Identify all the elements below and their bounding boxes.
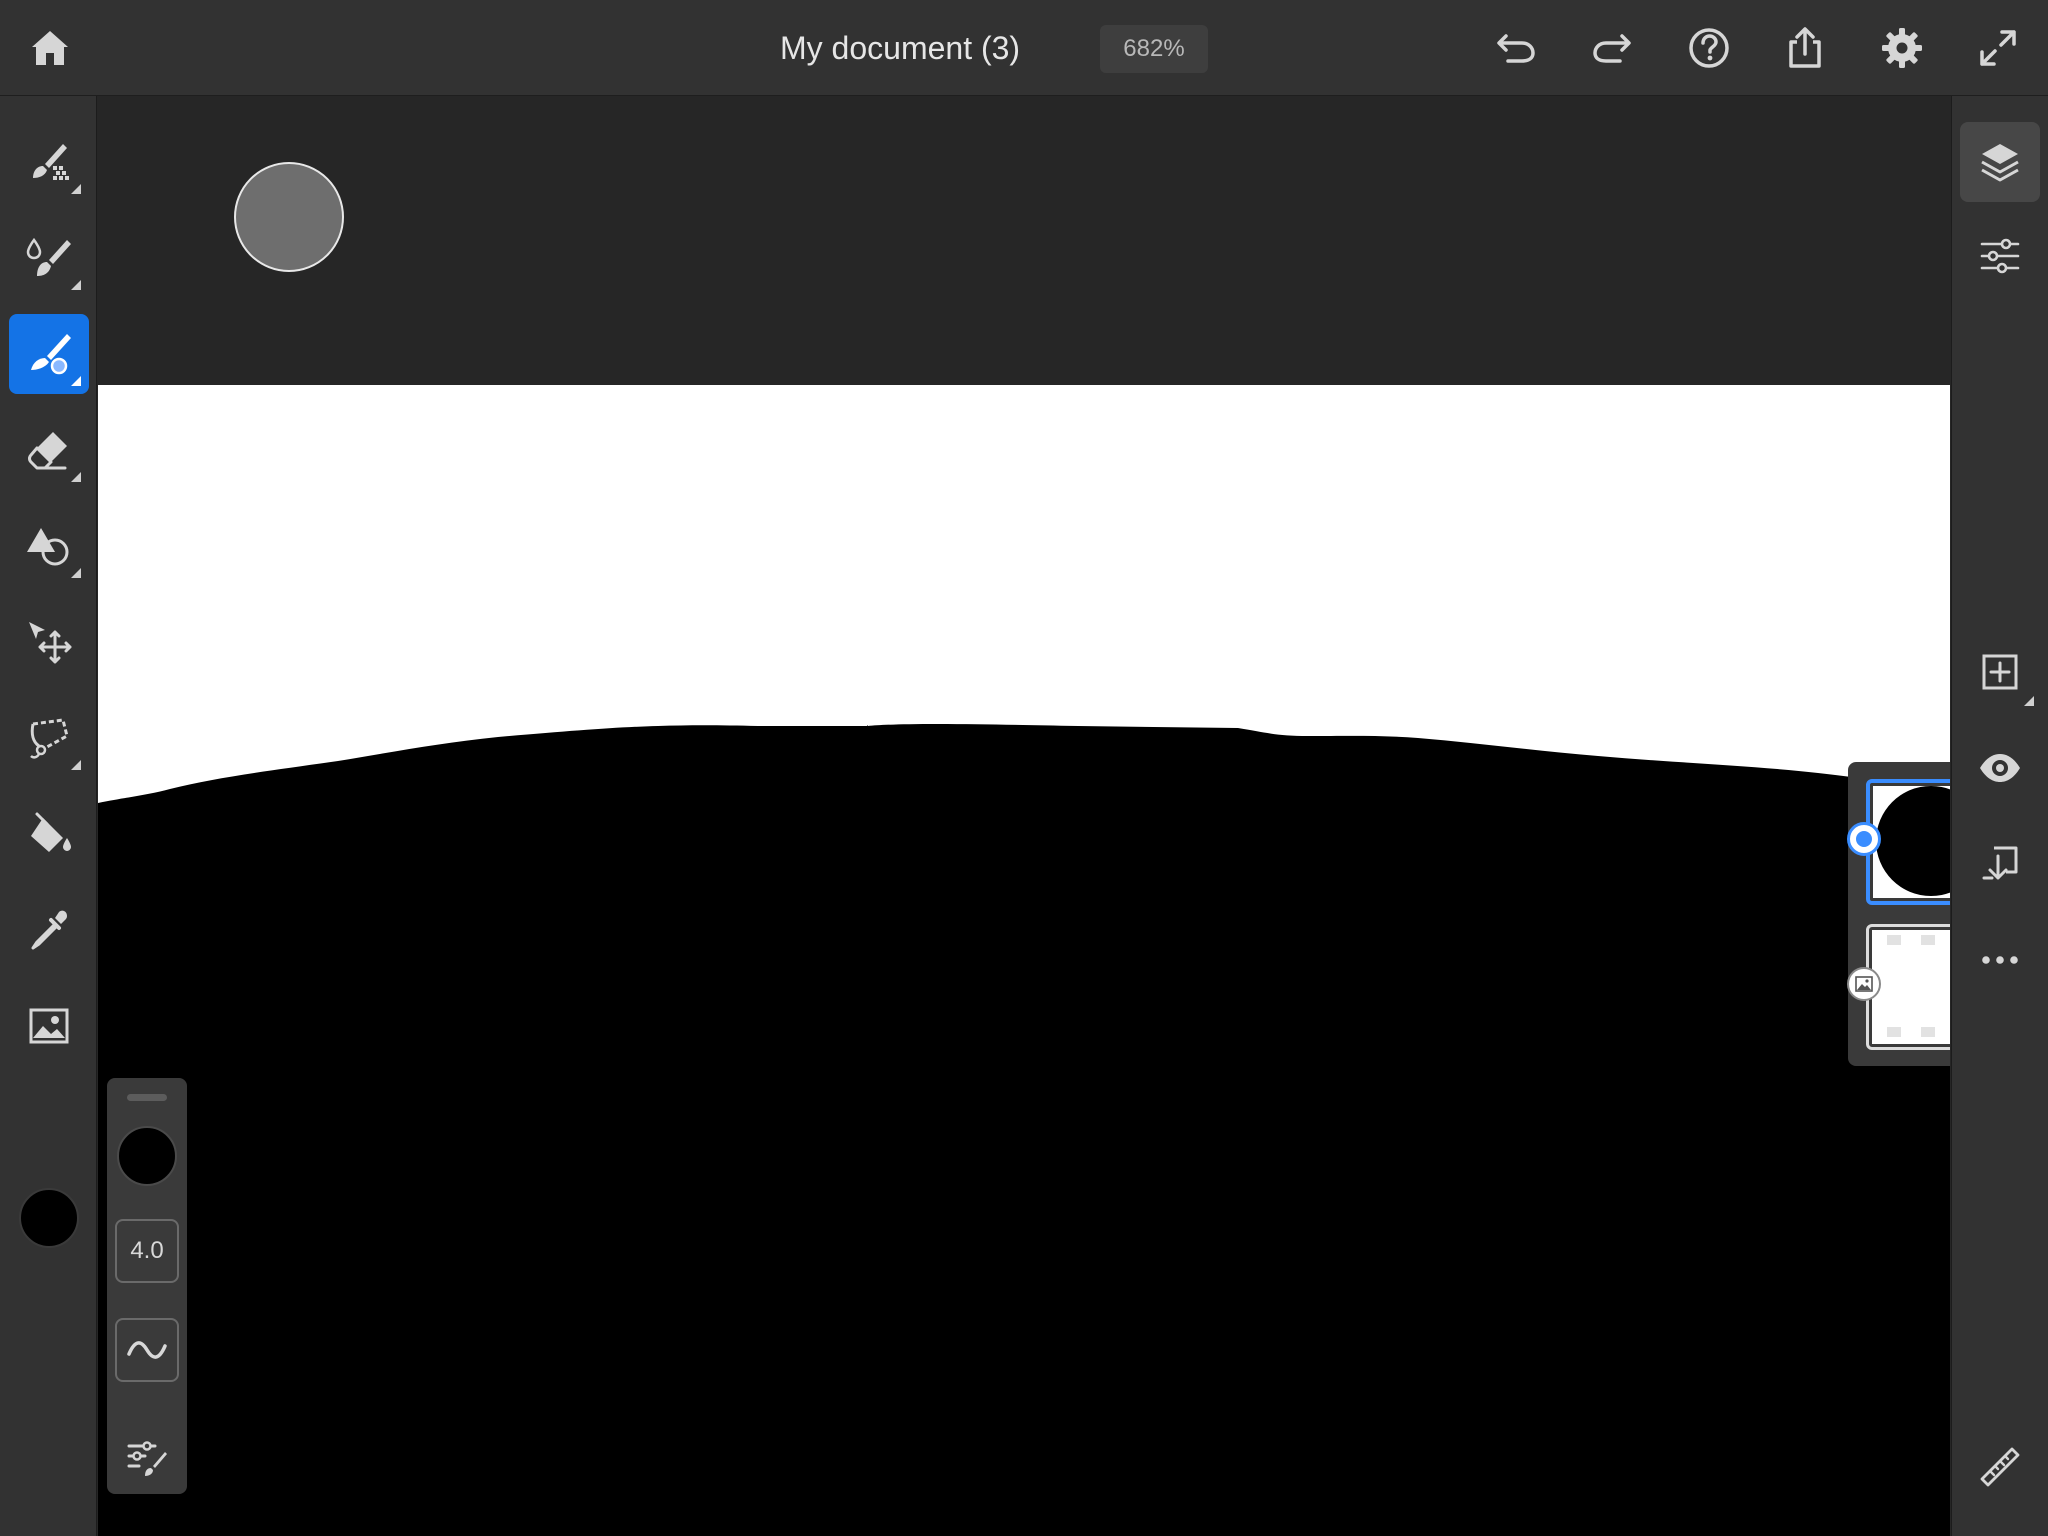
add-layer-icon (1978, 650, 2022, 694)
undo-icon (1494, 26, 1538, 70)
undo-button[interactable] (1486, 18, 1546, 78)
eraser-icon (25, 426, 73, 474)
paint-bucket-icon (25, 810, 73, 858)
brush-cursor-preview (234, 162, 344, 272)
brush-smoothing-button[interactable] (115, 1318, 179, 1382)
pixel-brush-icon (25, 138, 73, 186)
transform-icon (25, 618, 73, 666)
left-toolbar (0, 96, 97, 1536)
ruler-button[interactable] (1960, 1427, 2040, 1507)
smoothing-wave-icon (125, 1336, 169, 1364)
ruler-icon (1978, 1445, 2022, 1489)
transform-tool[interactable] (9, 602, 89, 682)
share-button[interactable] (1775, 18, 1835, 78)
image-icon (1854, 974, 1874, 994)
add-layer-button[interactable] (1960, 632, 2040, 712)
vector-brush-icon (25, 330, 73, 378)
eraser-tool[interactable] (9, 410, 89, 490)
more-tools-indicator (71, 280, 81, 290)
pixel-brush-tool[interactable] (9, 122, 89, 202)
color-picker-swatch[interactable] (19, 1188, 79, 1248)
panel-drag-handle[interactable] (127, 1094, 167, 1101)
redo-icon (1590, 26, 1634, 70)
active-layer-indicator[interactable] (1847, 822, 1881, 856)
more-options-indicator (2024, 696, 2034, 706)
brush-settings-icon (125, 1436, 169, 1480)
more-tools-indicator (71, 472, 81, 482)
transparency-pattern (1887, 935, 1935, 1037)
settings-button[interactable] (1872, 18, 1932, 78)
share-icon (1783, 26, 1827, 70)
help-button[interactable] (1679, 18, 1739, 78)
brush-settings-button[interactable] (115, 1426, 179, 1490)
image-tool[interactable] (9, 986, 89, 1066)
more-tools-indicator (71, 184, 81, 194)
merge-down-icon (1978, 842, 2022, 886)
layers-icon (1978, 140, 2022, 184)
fullscreen-button[interactable] (1968, 18, 2028, 78)
drawn-shape (98, 724, 1950, 1536)
fill-tool[interactable] (9, 794, 89, 874)
live-brush-tool[interactable] (9, 218, 89, 298)
image-layer-badge[interactable] (1847, 967, 1881, 1001)
layer-properties-button[interactable] (1960, 216, 2040, 296)
brush-color-swatch[interactable] (117, 1126, 177, 1186)
zoom-level[interactable]: 682% (1100, 25, 1208, 73)
eyedropper-icon (25, 906, 73, 954)
sliders-icon (1978, 234, 2022, 278)
redo-button[interactable] (1582, 18, 1642, 78)
fullscreen-icon (1976, 26, 2020, 70)
settings-icon (1880, 26, 1924, 70)
home-button[interactable] (20, 18, 80, 78)
merge-down-button[interactable] (1960, 824, 2040, 904)
brush-size-field[interactable]: 4.0 (115, 1219, 179, 1283)
image-icon (25, 1002, 73, 1050)
more-tools-indicator (71, 760, 81, 770)
more-tools-indicator (71, 568, 81, 578)
lasso-icon (25, 714, 73, 762)
artboard[interactable] (98, 385, 1950, 1536)
right-toolbar (1951, 96, 2048, 1536)
lasso-tool[interactable] (9, 698, 89, 778)
eye-icon (1978, 746, 2022, 790)
canvas-workspace[interactable]: 4.0 (98, 97, 1950, 1536)
visibility-button[interactable] (1960, 728, 2040, 808)
app-window: My document (3) 682% 4.0 (0, 0, 2048, 1536)
shape-tool[interactable] (9, 506, 89, 586)
brush-properties-panel: 4.0 (107, 1078, 187, 1494)
home-icon (28, 26, 72, 70)
more-icon (1978, 938, 2022, 982)
shape-icon (25, 522, 73, 570)
help-icon (1687, 26, 1731, 70)
eyedropper-tool[interactable] (9, 890, 89, 970)
vector-brush-tool[interactable] (9, 314, 89, 394)
more-options-button[interactable] (1960, 920, 2040, 1000)
live-brush-icon (25, 234, 73, 282)
layers-panel (1847, 762, 1950, 1066)
more-tools-indicator (71, 376, 81, 386)
top-bar: My document (3) 682% (0, 0, 2048, 96)
document-title[interactable]: My document (3) (780, 0, 1020, 96)
layers-button[interactable] (1960, 122, 2040, 202)
